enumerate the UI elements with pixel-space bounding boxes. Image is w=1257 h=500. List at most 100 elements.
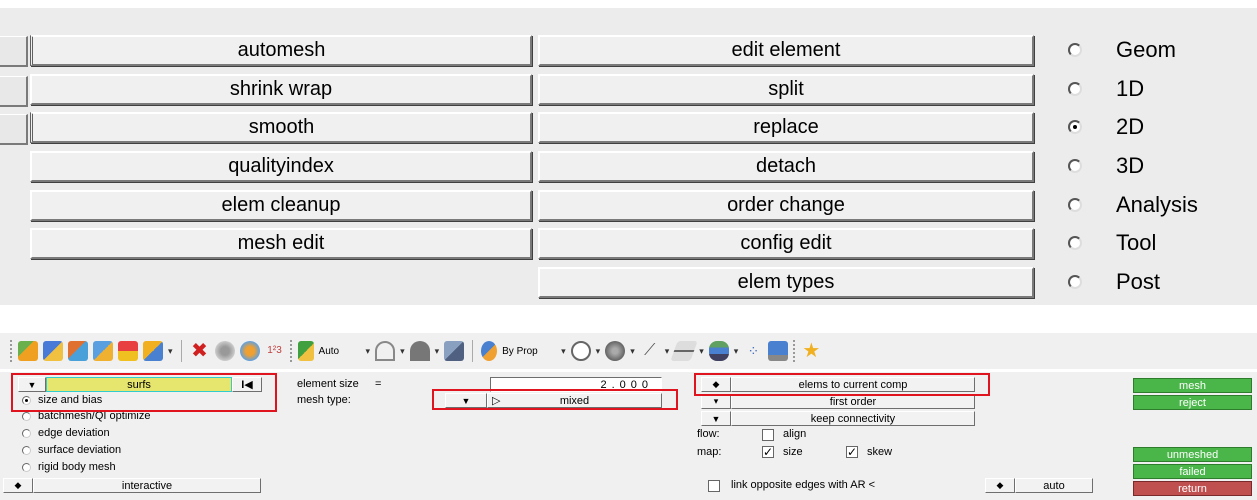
component-icon[interactable] bbox=[18, 341, 38, 361]
elem-cleanup-button[interactable]: elem cleanup bbox=[30, 190, 532, 221]
monitor-icon[interactable] bbox=[768, 341, 789, 361]
radio-circle[interactable] bbox=[1068, 43, 1082, 57]
mesh-panel-menu: automesh shrink wrap smooth qualityindex… bbox=[0, 8, 1257, 305]
toolbar-grip[interactable] bbox=[289, 340, 293, 362]
geometry-view-icon[interactable] bbox=[375, 341, 396, 361]
dropdown-arrow-icon[interactable]: ▾ bbox=[561, 346, 566, 357]
radio-batchmesh[interactable] bbox=[22, 412, 31, 421]
radio-analysis[interactable]: Analysis bbox=[1068, 190, 1198, 220]
config-edit-button[interactable]: config edit bbox=[538, 228, 1034, 259]
radio-edge-deviation[interactable] bbox=[22, 429, 31, 438]
dropdown-arrow-icon[interactable]: ▾ bbox=[400, 346, 405, 357]
surface-icon[interactable] bbox=[43, 341, 63, 361]
order-dropdown[interactable]: ▾ bbox=[701, 394, 731, 409]
mesh-button[interactable]: mesh bbox=[1133, 378, 1252, 393]
radio-circle[interactable] bbox=[1068, 236, 1082, 250]
radio-circle[interactable] bbox=[1068, 275, 1082, 289]
shrink-wrap-button[interactable]: shrink wrap bbox=[30, 74, 532, 105]
delete-icon[interactable]: ✖ bbox=[190, 341, 210, 361]
dropdown-arrow-icon[interactable]: ▾ bbox=[366, 346, 371, 357]
dropdown-arrow-icon[interactable]: ▾ bbox=[596, 346, 601, 357]
element-icon[interactable] bbox=[93, 341, 113, 361]
order-change-button[interactable]: order change bbox=[538, 190, 1034, 221]
failed-button[interactable]: failed bbox=[1133, 464, 1252, 479]
auto-dropdown[interactable]: ◆ bbox=[985, 478, 1015, 493]
radio-rigid-body-mesh[interactable] bbox=[22, 463, 31, 472]
dropdown-arrow-icon[interactable]: ▾ bbox=[734, 346, 739, 357]
option-label: rigid body mesh bbox=[38, 461, 116, 473]
auto-button[interactable]: auto bbox=[1015, 478, 1093, 493]
keep-connectivity-button[interactable]: keep connectivity bbox=[731, 411, 975, 426]
radio-surface-deviation[interactable] bbox=[22, 446, 31, 455]
option-label: surface deviation bbox=[38, 444, 122, 456]
radio-circle[interactable] bbox=[1068, 159, 1082, 173]
skew-label: skew bbox=[867, 446, 893, 458]
smooth-button[interactable]: smooth bbox=[30, 112, 532, 143]
radio-1d[interactable]: 1D bbox=[1068, 74, 1144, 104]
line-view-icon[interactable]: ⟋ bbox=[640, 341, 660, 361]
first-order-button[interactable]: first order bbox=[731, 394, 975, 409]
unmask-icon[interactable] bbox=[239, 341, 260, 361]
skew-checkbox[interactable]: ✓ bbox=[846, 446, 858, 458]
mesh-edit-button[interactable]: mesh edit bbox=[30, 228, 532, 259]
solid-view-icon[interactable] bbox=[444, 341, 465, 361]
surface-view-icon[interactable] bbox=[409, 341, 430, 361]
dropdown-arrow-icon[interactable]: ▾ bbox=[665, 346, 670, 357]
automesh-button[interactable]: automesh bbox=[30, 35, 532, 66]
dropdown-arrow-icon[interactable]: ▾ bbox=[699, 346, 704, 357]
qualityindex-button[interactable]: qualityindex bbox=[30, 151, 532, 182]
toolbar-separator bbox=[180, 340, 182, 362]
connectivity-dropdown[interactable]: ▼ bbox=[701, 411, 731, 426]
shrink-icon[interactable] bbox=[118, 341, 138, 361]
radio-label: 1D bbox=[1116, 76, 1145, 101]
radio-post[interactable]: Post bbox=[1068, 267, 1160, 297]
radio-circle[interactable] bbox=[1068, 82, 1082, 96]
edit-icon[interactable] bbox=[68, 341, 88, 361]
link-edges-checkbox[interactable] bbox=[708, 480, 720, 492]
mode-dropdown[interactable]: ◆ bbox=[3, 478, 33, 493]
toolbar-grip[interactable] bbox=[10, 340, 13, 362]
align-checkbox[interactable] bbox=[762, 429, 774, 441]
interactive-button[interactable]: interactive bbox=[33, 478, 261, 493]
dropdown-arrow-icon[interactable]: ▾ bbox=[168, 346, 173, 357]
layer-icon[interactable] bbox=[708, 341, 729, 361]
translate-icon[interactable] bbox=[143, 341, 163, 361]
toolbar-grip[interactable] bbox=[793, 340, 796, 362]
size-label: size bbox=[783, 446, 803, 458]
reject-button[interactable]: reject bbox=[1133, 395, 1252, 410]
dropdown-arrow-icon[interactable]: ▾ bbox=[630, 346, 635, 357]
radio-2d[interactable]: 2D bbox=[1068, 112, 1144, 142]
node-icon[interactable]: ⁘ bbox=[743, 341, 763, 361]
favorites-star-icon[interactable]: ★ bbox=[801, 341, 821, 361]
side-tab bbox=[0, 36, 28, 67]
radio-label: 3D bbox=[1116, 153, 1145, 178]
color-mode-select[interactable]: By Prop bbox=[502, 346, 556, 357]
replace-button[interactable]: replace bbox=[538, 112, 1034, 143]
radio-geom[interactable]: Geom bbox=[1068, 35, 1176, 65]
radio-circle-selected[interactable] bbox=[1068, 120, 1082, 134]
dropdown-arrow-icon[interactable]: ▾ bbox=[435, 346, 440, 357]
display-mode-icon[interactable] bbox=[297, 341, 314, 361]
elem-types-button[interactable]: elem types bbox=[538, 267, 1034, 298]
radio-label: Post bbox=[1116, 269, 1161, 294]
return-button[interactable]: return bbox=[1133, 481, 1252, 496]
edit-element-button[interactable]: edit element bbox=[538, 35, 1034, 66]
plane-view-icon[interactable] bbox=[670, 341, 698, 361]
mesh-type-label: mesh type: bbox=[297, 394, 351, 406]
size-checkbox[interactable]: ✓ bbox=[762, 446, 774, 458]
highlight-box-mesh-type bbox=[432, 389, 678, 410]
mask-icon[interactable] bbox=[214, 341, 235, 361]
radio-tool[interactable]: Tool bbox=[1068, 228, 1156, 258]
numbers-icon[interactable]: 1²3 bbox=[265, 341, 285, 361]
mesh-view-icon[interactable] bbox=[570, 341, 591, 361]
detach-button[interactable]: detach bbox=[538, 151, 1034, 182]
display-mode-select[interactable]: Auto bbox=[319, 346, 361, 357]
unmeshed-button[interactable]: unmeshed bbox=[1133, 447, 1252, 462]
shaded-view-icon[interactable] bbox=[605, 341, 626, 361]
color-by-prop-icon[interactable] bbox=[481, 341, 498, 361]
radio-label: Analysis bbox=[1116, 192, 1198, 217]
radio-circle[interactable] bbox=[1068, 198, 1082, 212]
highlight-box-comp bbox=[694, 373, 990, 396]
radio-3d[interactable]: 3D bbox=[1068, 151, 1144, 181]
split-button[interactable]: split bbox=[538, 74, 1034, 105]
